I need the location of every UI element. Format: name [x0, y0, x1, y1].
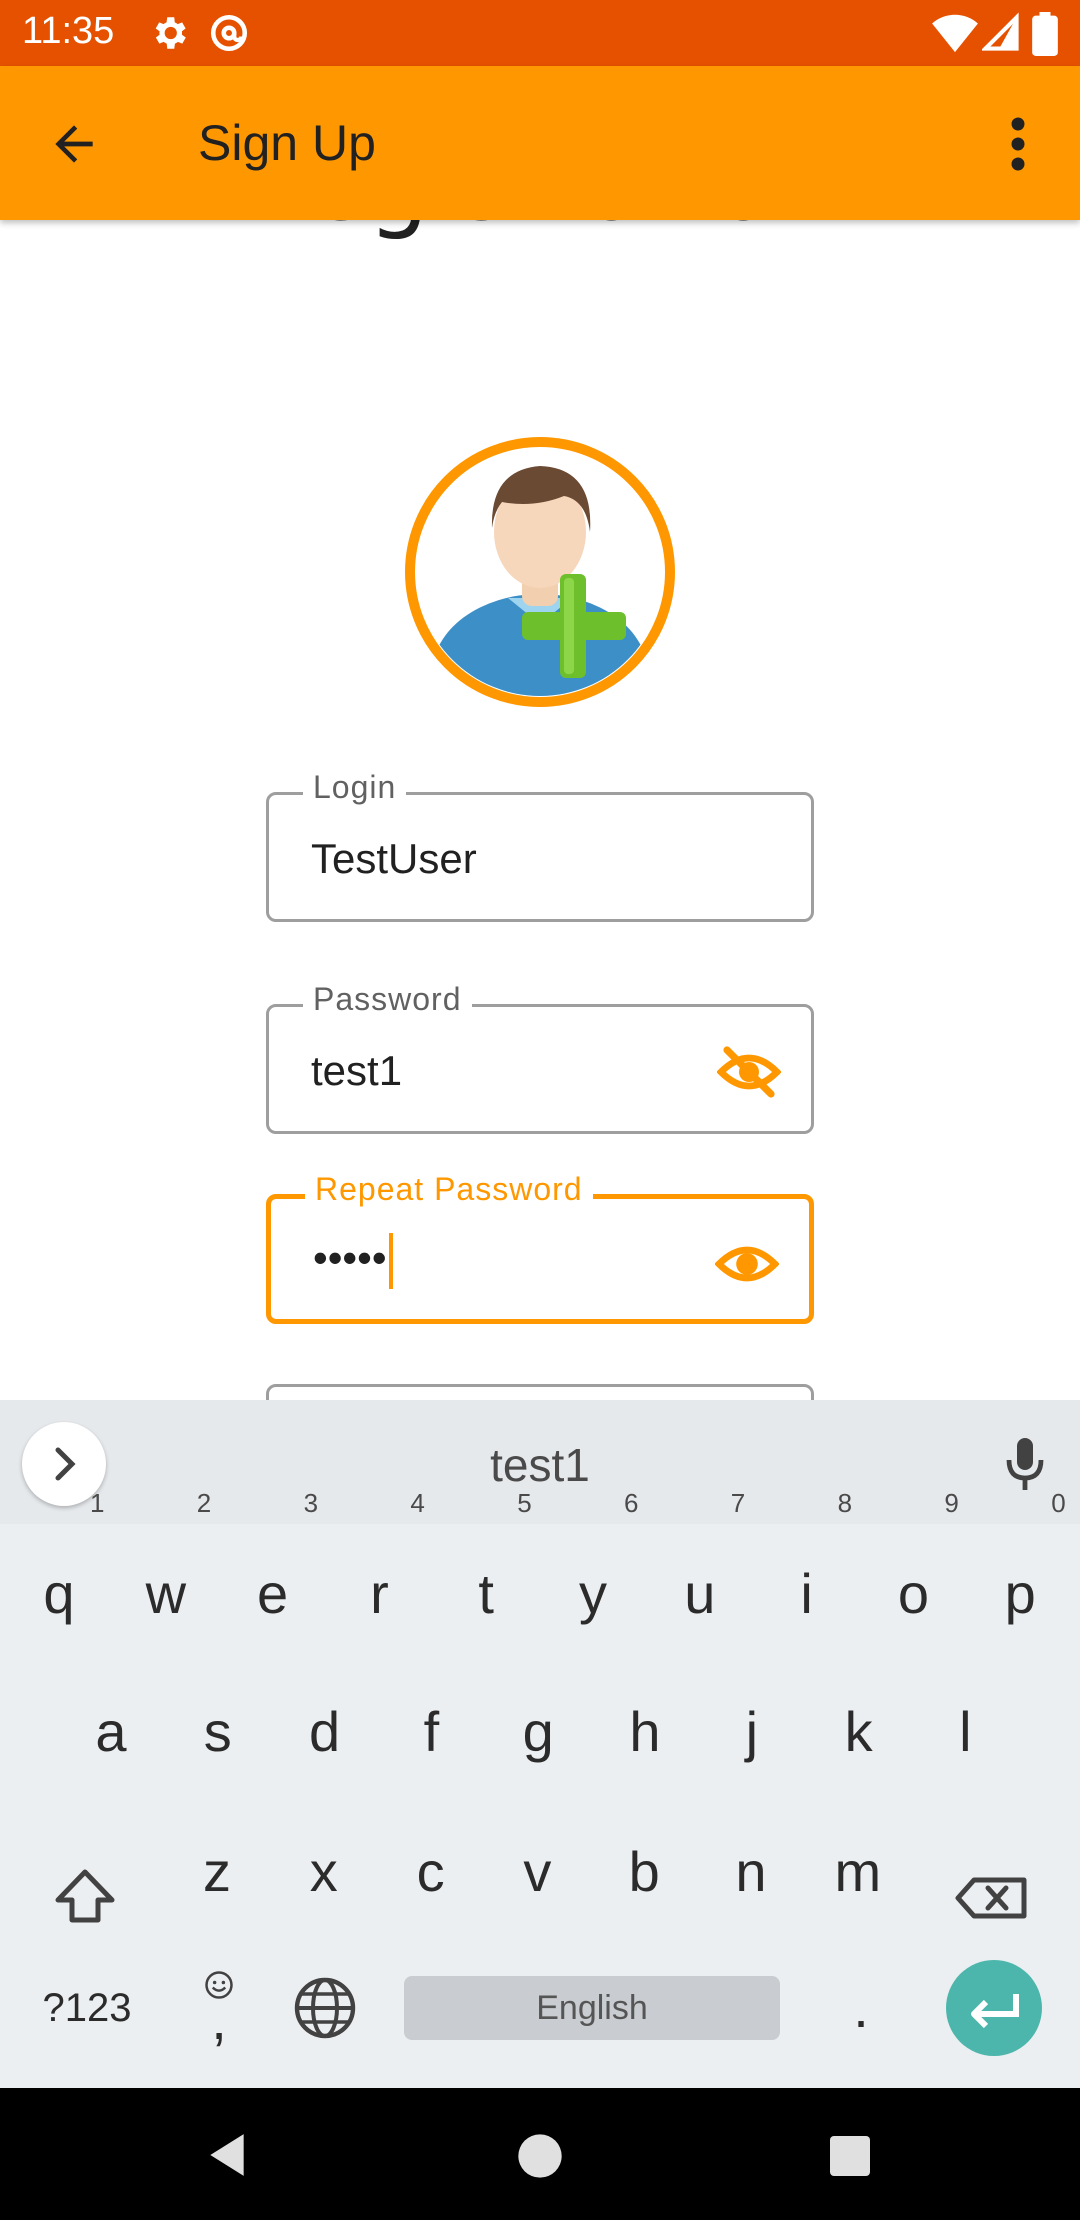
key-b[interactable]: b — [591, 1812, 697, 1932]
period-key[interactable]: . — [808, 1948, 914, 2068]
key-i[interactable]: i8 — [754, 1488, 860, 1654]
nav-bar — [0, 2088, 1080, 2220]
text-caret — [388, 1233, 393, 1289]
key-s[interactable]: s — [165, 1672, 271, 1792]
add-user-avatar-icon[interactable] — [404, 436, 676, 708]
eye-icon[interactable] — [715, 1235, 779, 1293]
key-label: w — [145, 1562, 187, 1625]
key-r[interactable]: r4 — [326, 1488, 432, 1654]
key-h[interactable]: h — [592, 1672, 698, 1792]
key-p[interactable]: p0 — [967, 1488, 1073, 1654]
key-f[interactable]: f — [378, 1672, 484, 1792]
key-label: u — [684, 1562, 716, 1625]
recents-square-icon[interactable] — [826, 2132, 874, 2180]
key-t[interactable]: t5 — [433, 1488, 539, 1654]
more-vert-icon[interactable] — [998, 114, 1038, 174]
repeat-password-label: Repeat Password — [305, 1171, 593, 1208]
key-label: o — [897, 1562, 929, 1625]
key-hint-number: 9 — [944, 1488, 959, 1518]
key-label: r — [370, 1562, 389, 1625]
key-o[interactable]: o9 — [860, 1488, 966, 1654]
key-z[interactable]: z — [164, 1812, 270, 1932]
enter-arrow-icon — [971, 1994, 1019, 2029]
globe-icon[interactable] — [272, 1948, 378, 2068]
password-label: Password — [303, 981, 472, 1018]
key-hint-number: 8 — [837, 1488, 853, 1518]
password-field[interactable]: Password test1 — [266, 981, 814, 1134]
key-n[interactable]: n — [698, 1812, 804, 1932]
repeat-password-mask: ••••• — [313, 1234, 387, 1282]
page-title: Sign Up — [198, 115, 376, 171]
app-bar: Sign Up — [0, 66, 1080, 220]
key-x[interactable]: x — [271, 1812, 377, 1932]
key-k[interactable]: k — [806, 1672, 912, 1792]
shift-icon[interactable] — [32, 1836, 138, 1956]
login-label: Login — [303, 769, 407, 806]
key-m[interactable]: m — [805, 1812, 911, 1932]
key-hint-number: 6 — [624, 1488, 639, 1518]
emoji-icon — [205, 1971, 233, 1999]
key-d[interactable]: d — [272, 1672, 378, 1792]
key-label: y — [579, 1562, 607, 1625]
suggestion-strip: test1 — [0, 1400, 1080, 1524]
next-field-partial[interactable] — [266, 1384, 814, 1400]
key-g[interactable]: g — [485, 1672, 591, 1792]
back-triangle-icon[interactable] — [202, 2130, 252, 2180]
key-label: p — [1004, 1562, 1036, 1625]
eye-off-icon[interactable] — [717, 1043, 781, 1101]
key-label: i — [800, 1562, 813, 1625]
key-hint-number: 5 — [517, 1488, 532, 1518]
key-j[interactable]: j — [699, 1672, 805, 1792]
mic-icon[interactable] — [1000, 1436, 1050, 1492]
key-u[interactable]: u7 — [647, 1488, 753, 1654]
key-label: e — [257, 1562, 289, 1625]
repeat-password-input[interactable]: ••••• — [313, 1233, 393, 1289]
enter-key[interactable] — [946, 1960, 1042, 2056]
key-a[interactable]: a — [58, 1672, 164, 1792]
key-y[interactable]: y6 — [540, 1488, 646, 1654]
key-hint-number: 0 — [1051, 1488, 1066, 1518]
key-w[interactable]: w2 — [113, 1488, 219, 1654]
key-hint-number: 7 — [730, 1488, 746, 1518]
keyboard: test1 q1w2e3r4t5y6u7i8o9p0 asdfghjkl zxc… — [0, 1400, 1080, 2088]
login-input[interactable]: TestUser — [311, 835, 477, 883]
key-hint-number: 1 — [90, 1488, 105, 1518]
key-label: t — [478, 1562, 494, 1625]
password-input[interactable]: test1 — [311, 1047, 402, 1095]
key-hint-number: 3 — [303, 1488, 319, 1518]
key-c[interactable]: c — [378, 1812, 484, 1932]
key-hint-number: 2 — [196, 1488, 212, 1518]
login-field[interactable]: Login TestUser — [266, 769, 814, 922]
key-l[interactable]: l — [912, 1672, 1018, 1792]
key-v[interactable]: v — [484, 1812, 590, 1932]
key-label: q — [43, 1562, 75, 1625]
backspace-icon[interactable] — [940, 1836, 1046, 1956]
arrow-back-icon[interactable] — [46, 116, 102, 172]
symbols-key[interactable]: ?123 — [34, 1948, 140, 2068]
suggestion-word[interactable]: test1 — [0, 1438, 1080, 1492]
emoji-comma-key[interactable]: , — [166, 1948, 272, 2068]
repeat-password-field[interactable]: Repeat Password ••••• — [266, 1171, 814, 1324]
key-q[interactable]: q1 — [6, 1488, 112, 1654]
home-circle-icon[interactable] — [514, 2130, 566, 2182]
key-e[interactable]: e3 — [220, 1488, 326, 1654]
spacebar[interactable]: English — [404, 1976, 780, 2040]
key-hint-number: 4 — [410, 1488, 425, 1518]
